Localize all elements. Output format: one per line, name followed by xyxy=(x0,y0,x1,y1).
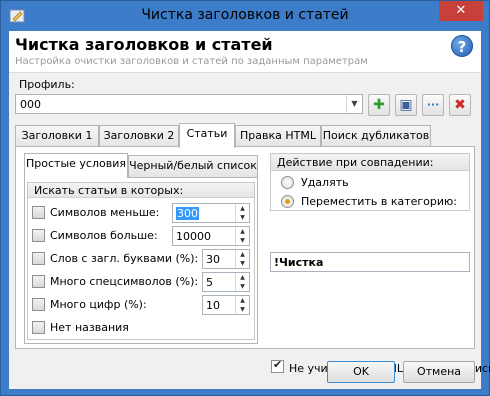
spinner-buttons[interactable]: ▲ ▼ xyxy=(235,250,249,268)
spin-up-icon[interactable]: ▲ xyxy=(236,204,249,213)
header-title: Чистка заголовков и статей xyxy=(15,35,273,54)
header-subtitle: Настройка очистки заголовков и статей по… xyxy=(15,56,368,67)
chars-less-label: Символов меньше: xyxy=(50,206,160,219)
delete-radio[interactable] xyxy=(281,176,294,189)
chars-more-label: Символов больше: xyxy=(50,229,158,242)
spin-down-icon[interactable]: ▼ xyxy=(236,259,249,268)
save-profile-button[interactable]: ▣ xyxy=(395,94,417,116)
capital-words-label: Слов с загл. буквами (%): xyxy=(50,252,199,265)
title-bar[interactable]: Чистка заголовков и статей ✕ xyxy=(1,1,489,32)
move-radio[interactable] xyxy=(281,195,294,208)
tab-articles[interactable]: Статьи xyxy=(179,123,235,148)
cancel-button[interactable]: Отмена xyxy=(403,361,475,383)
help-icon[interactable]: ? xyxy=(451,35,473,57)
ignore-html-checkbox[interactable] xyxy=(271,358,284,373)
subtab-simple-conditions[interactable]: Простые условия xyxy=(24,153,128,178)
capital-words-checkbox[interactable] xyxy=(32,252,45,265)
conditions-group-title: Искать статьи в которых: xyxy=(28,183,254,198)
condition-row-chars-less: Символов меньше: 300 ▲ ▼ xyxy=(32,203,252,223)
move-radio-label: Переместить в категорию: xyxy=(301,195,457,208)
spinner-buttons[interactable]: ▲ ▼ xyxy=(235,273,249,291)
action-group: Действие при совпадении: Удалять Перемес… xyxy=(270,153,470,211)
digits-checkbox[interactable] xyxy=(32,298,45,311)
profile-value: 000 xyxy=(20,98,41,111)
category-input[interactable]: !Чистка xyxy=(270,252,470,272)
header-band: Чистка заголовков и статей Настройка очи… xyxy=(9,31,481,73)
action-group-title: Действие при совпадении: xyxy=(271,154,469,171)
digits-value: 10 xyxy=(206,299,220,312)
spin-up-icon[interactable]: ▲ xyxy=(236,250,249,259)
special-chars-label: Много спецсимволов (%): xyxy=(50,275,199,288)
spin-down-icon[interactable]: ▼ xyxy=(236,305,249,314)
chars-more-value: 10000 xyxy=(176,230,211,243)
profile-select[interactable]: 000 ▼ xyxy=(15,94,363,114)
chars-more-spinner[interactable]: 10000 ▲ ▼ xyxy=(172,226,250,246)
add-icon: ✚ xyxy=(373,97,385,113)
more-button[interactable]: ··· xyxy=(422,94,444,116)
tab-duplicates[interactable]: Поиск дубликатов xyxy=(321,125,431,147)
spinner-buttons[interactable]: ▲ ▼ xyxy=(235,296,249,314)
digits-label: Много цифр (%): xyxy=(50,298,147,311)
digits-spinner[interactable]: 10 ▲ ▼ xyxy=(202,295,250,315)
condition-row-capital-words: Слов с загл. буквами (%): 30 ▲ ▼ xyxy=(32,249,252,269)
tab-html-edit[interactable]: Правка HTML xyxy=(235,125,321,147)
tab-headers-1[interactable]: Заголовки 1 xyxy=(15,125,99,147)
window-title: Чистка заголовков и статей xyxy=(141,7,349,23)
more-icon: ··· xyxy=(426,98,440,111)
spin-down-icon[interactable]: ▼ xyxy=(236,213,249,222)
tab-bar: Заголовки 1 Заголовки 2 Статьи Правка HT… xyxy=(15,123,475,148)
profile-label: Профиль: xyxy=(19,78,75,91)
capital-words-value: 30 xyxy=(206,253,220,266)
spinner-buttons[interactable]: ▲ ▼ xyxy=(235,204,249,222)
subtab-black-white-list[interactable]: Черный/белый список xyxy=(128,155,258,177)
special-chars-spinner[interactable]: 5 ▲ ▼ xyxy=(202,272,250,292)
action-move-option[interactable]: Переместить в категорию: xyxy=(281,193,466,211)
app-icon xyxy=(9,8,25,24)
delete-radio-label: Удалять xyxy=(301,176,349,189)
close-button[interactable]: ✕ xyxy=(439,1,483,21)
dialog-body: Чистка заголовков и статей Настройка очи… xyxy=(9,31,490,389)
tab-headers-2[interactable]: Заголовки 2 xyxy=(99,125,179,147)
spin-down-icon[interactable]: ▼ xyxy=(236,236,249,245)
delete-profile-button[interactable]: ✖ xyxy=(449,94,471,116)
chars-less-value: 300 xyxy=(176,207,199,220)
capital-words-spinner[interactable]: 30 ▲ ▼ xyxy=(202,249,250,269)
condition-row-no-title: Нет названия xyxy=(32,318,252,338)
ok-button[interactable]: OK xyxy=(327,361,395,383)
close-icon: ✕ xyxy=(455,3,467,18)
save-icon: ▣ xyxy=(399,97,413,113)
chevron-down-icon[interactable]: ▼ xyxy=(346,95,362,113)
add-profile-button[interactable]: ✚ xyxy=(368,94,390,116)
spin-up-icon[interactable]: ▲ xyxy=(236,273,249,282)
chars-less-spinner[interactable]: 300 ▲ ▼ xyxy=(172,203,250,223)
chars-less-checkbox[interactable] xyxy=(32,206,45,219)
chars-more-checkbox[interactable] xyxy=(32,229,45,242)
no-title-label: Нет названия xyxy=(50,321,129,334)
spinner-buttons[interactable]: ▲ ▼ xyxy=(235,227,249,245)
spin-up-icon[interactable]: ▲ xyxy=(236,296,249,305)
special-chars-value: 5 xyxy=(206,276,213,289)
delete-icon: ✖ xyxy=(454,97,466,113)
spin-up-icon[interactable]: ▲ xyxy=(236,227,249,236)
simple-conditions-panel: Искать статьи в которых: Символов меньше… xyxy=(24,177,258,344)
action-delete-option[interactable]: Удалять xyxy=(281,174,461,192)
conditions-group: Искать статьи в которых: Символов меньше… xyxy=(27,182,255,340)
articles-panel: Простые условия Черный/белый список Иска… xyxy=(15,146,490,375)
special-chars-checkbox[interactable] xyxy=(32,275,45,288)
no-title-checkbox[interactable] xyxy=(32,321,45,334)
dialog-window: Чистка заголовков и статей ✕ Чистка заго… xyxy=(0,0,490,396)
condition-row-digits: Много цифр (%): 10 ▲ ▼ xyxy=(32,295,252,315)
spin-down-icon[interactable]: ▼ xyxy=(236,282,249,291)
condition-row-special-chars: Много спецсимволов (%): 5 ▲ ▼ xyxy=(32,272,252,292)
condition-row-chars-more: Символов больше: 10000 ▲ ▼ xyxy=(32,226,252,246)
